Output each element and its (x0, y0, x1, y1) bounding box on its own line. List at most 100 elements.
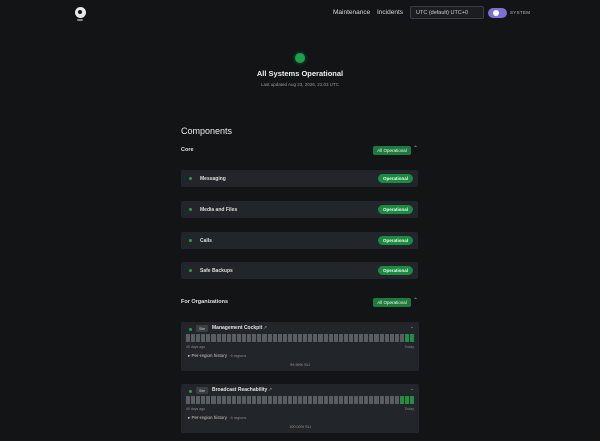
uptime-day-bar[interactable] (226, 334, 231, 342)
uptime-day-bar[interactable] (410, 396, 415, 404)
uptime-day-bar[interactable] (211, 334, 216, 342)
uptime-day-bar[interactable] (364, 396, 369, 404)
uptime-day-bar[interactable] (338, 396, 343, 404)
uptime-day-bar[interactable] (318, 334, 323, 342)
uptime-day-bar[interactable] (262, 396, 267, 404)
uptime-day-bar[interactable] (267, 396, 272, 404)
uptime-day-bar[interactable] (236, 396, 242, 404)
uptime-day-bar[interactable] (328, 396, 333, 404)
uptime-day-bar[interactable] (333, 334, 338, 342)
uptime-day-bar[interactable] (303, 334, 308, 342)
caret-down-icon[interactable]: ⌄ (410, 386, 414, 392)
uptime-day-bar[interactable] (399, 396, 405, 404)
uptime-day-bar[interactable] (405, 334, 410, 342)
uptime-day-bar[interactable] (186, 334, 191, 342)
uptime-day-bar[interactable] (410, 334, 415, 342)
uptime-day-bar[interactable] (333, 396, 338, 404)
uptime-day-bar[interactable] (247, 334, 252, 342)
component-row[interactable]: Calls Operational (181, 232, 418, 249)
uptime-day-bar[interactable] (247, 396, 252, 404)
timezone-select[interactable]: UTC (default) UTC+0 (410, 6, 484, 19)
uptime-day-bar[interactable] (328, 334, 333, 342)
uptime-day-bar[interactable] (303, 396, 308, 404)
uptime-day-bar[interactable] (369, 334, 374, 342)
uptime-day-bar[interactable] (379, 334, 384, 342)
uptime-day-bar[interactable] (308, 334, 313, 342)
uptime-day-bar[interactable] (252, 334, 257, 342)
uptime-day-bar[interactable] (338, 334, 343, 342)
uptime-day-bar[interactable] (231, 396, 236, 404)
uptime-day-bar[interactable] (323, 334, 328, 342)
uptime-day-bar[interactable] (231, 334, 236, 342)
uptime-day-bar[interactable] (374, 334, 379, 342)
uptime-day-bar[interactable] (206, 334, 211, 342)
uptime-day-bar[interactable] (343, 396, 348, 404)
uptime-day-bar[interactable] (216, 334, 221, 342)
uptime-day-bar[interactable] (389, 396, 394, 404)
uptime-day-bar[interactable] (242, 396, 247, 404)
uptime-day-bar[interactable] (196, 396, 201, 404)
uptime-day-bar[interactable] (313, 396, 318, 404)
uptime-day-bar[interactable] (394, 396, 399, 404)
uptime-day-bar[interactable] (318, 396, 323, 404)
uptime-day-bar[interactable] (343, 334, 348, 342)
chevron-up-icon[interactable]: ⌃ (413, 145, 418, 152)
uptime-day-bar[interactable] (287, 396, 292, 404)
uptime-day-bar[interactable] (257, 334, 262, 342)
uptime-day-bar[interactable] (277, 334, 282, 342)
uptime-day-bar[interactable] (236, 334, 242, 342)
uptime-day-bar[interactable] (242, 334, 247, 342)
uptime-day-bar[interactable] (394, 334, 399, 342)
uptime-day-bar[interactable] (272, 334, 277, 342)
uptime-day-bar[interactable] (374, 396, 379, 404)
uptime-day-bar[interactable] (379, 396, 384, 404)
uptime-day-bar[interactable] (359, 334, 364, 342)
uptime-day-bar[interactable] (308, 396, 313, 404)
uptime-day-bar[interactable] (201, 334, 206, 342)
uptime-day-bar[interactable] (257, 396, 262, 404)
uptime-day-bar[interactable] (221, 396, 226, 404)
uptime-day-bar[interactable] (349, 334, 354, 342)
uptime-day-bar[interactable] (405, 396, 410, 404)
uptime-day-bar[interactable] (384, 334, 389, 342)
per-region-toggle[interactable]: ▸ Per-region history · 6 regions (188, 415, 246, 421)
uptime-day-bar[interactable] (369, 396, 374, 404)
uptime-day-bar[interactable] (211, 396, 216, 404)
uptime-day-bar[interactable] (287, 334, 292, 342)
external-link-icon[interactable]: ↗ (263, 325, 267, 331)
uptime-day-bar[interactable] (191, 396, 196, 404)
uptime-day-bar[interactable] (196, 334, 201, 342)
uptime-day-bar[interactable] (277, 396, 282, 404)
per-region-toggle[interactable]: ▸ Per-region history · 6 regions (188, 353, 246, 359)
group-title-organizations[interactable]: For Organizations (181, 299, 228, 305)
caret-down-icon[interactable]: ⌄ (410, 324, 414, 330)
uptime-day-bar[interactable] (323, 396, 328, 404)
uptime-day-bar[interactable] (252, 396, 257, 404)
nav-incidents[interactable]: Incidents (377, 9, 403, 16)
theme-toggle[interactable] (488, 8, 507, 18)
uptime-day-bar[interactable] (186, 396, 191, 404)
uptime-day-bar[interactable] (206, 396, 211, 404)
uptime-day-bar[interactable] (364, 334, 369, 342)
uptime-day-bar[interactable] (313, 334, 318, 342)
external-link-icon[interactable]: ↗ (268, 387, 272, 393)
uptime-day-bar[interactable] (216, 396, 221, 404)
uptime-day-bar[interactable] (298, 396, 303, 404)
chevron-up-icon[interactable]: ⌃ (413, 297, 418, 304)
uptime-day-bar[interactable] (399, 334, 405, 342)
uptime-day-bar[interactable] (201, 396, 206, 404)
uptime-day-bar[interactable] (354, 334, 359, 342)
uptime-day-bar[interactable] (282, 396, 287, 404)
brand-logo-icon[interactable] (75, 7, 86, 18)
uptime-day-bar[interactable] (226, 396, 231, 404)
uptime-day-bar[interactable] (349, 396, 354, 404)
component-row[interactable]: Media and Files Operational (181, 201, 418, 218)
uptime-day-bar[interactable] (221, 334, 226, 342)
uptime-day-bar[interactable] (384, 396, 389, 404)
component-row[interactable]: Safe Backups Operational (181, 262, 418, 279)
uptime-day-bar[interactable] (282, 334, 287, 342)
uptime-day-bar[interactable] (359, 396, 364, 404)
uptime-day-bar[interactable] (272, 396, 277, 404)
uptime-day-bar[interactable] (292, 334, 298, 342)
uptime-day-bar[interactable] (262, 334, 267, 342)
